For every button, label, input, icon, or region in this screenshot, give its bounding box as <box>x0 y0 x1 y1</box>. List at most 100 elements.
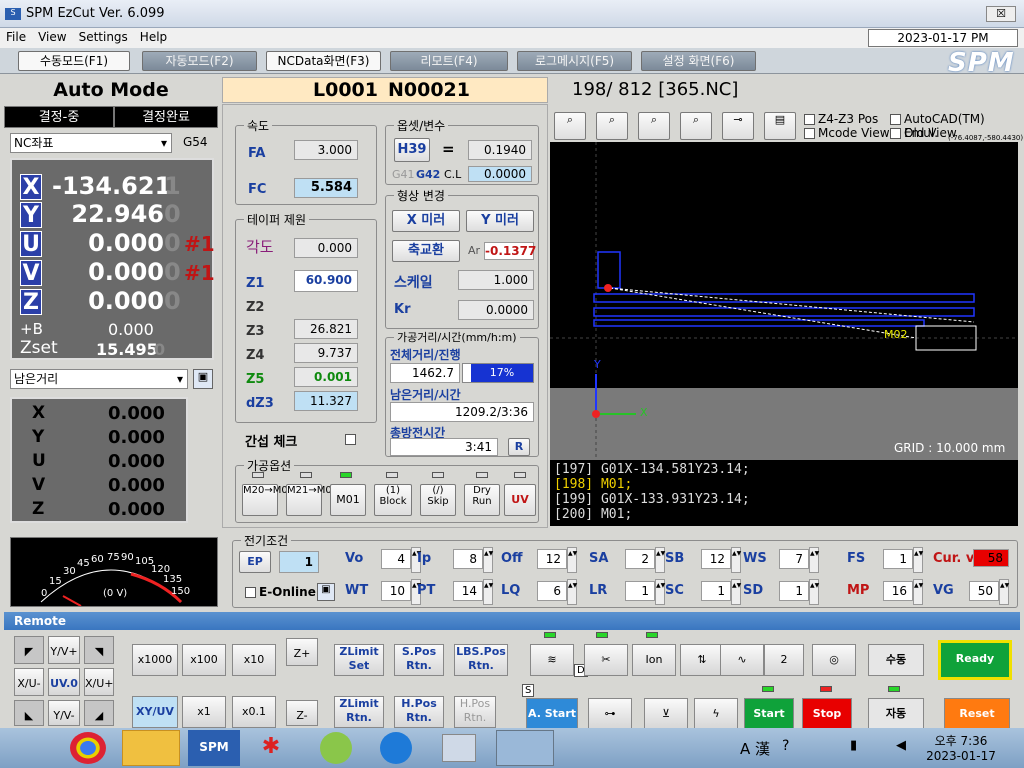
manual-mode-button[interactable]: 수동 <box>868 644 924 676</box>
ion-button[interactable]: Ion <box>632 644 676 676</box>
m20-button[interactable]: M20→M00 <box>242 484 294 516</box>
wire-cut-icon[interactable]: ✂ <box>584 644 628 676</box>
reset-time-button[interactable]: R <box>508 438 530 456</box>
g42-label[interactable]: G42 <box>416 168 440 181</box>
app-w-icon[interactable] <box>320 732 352 764</box>
param-lq-spinner[interactable]: ▲▼ <box>567 579 577 605</box>
help-icon[interactable]: ? <box>782 738 789 754</box>
hpos-button[interactable]: H.Pos Rtn. <box>394 696 444 728</box>
teamviewer-icon[interactable] <box>380 732 412 764</box>
param-lr-spinner[interactable]: ▲▼ <box>655 579 665 605</box>
network-icon[interactable]: ▮ <box>850 738 857 753</box>
status-tab-decided[interactable]: 결정완료 <box>114 106 218 128</box>
jog-dl-icon[interactable]: ◣ <box>14 700 44 726</box>
step-x01[interactable]: x0.1 <box>232 696 276 728</box>
zoom-t-icon[interactable]: ⌕ <box>554 112 586 140</box>
menu-settings[interactable]: Settings <box>73 28 134 46</box>
param-vo-value[interactable]: 4 <box>381 549 411 569</box>
jog-y-plus[interactable]: Y/V+ <box>48 636 80 664</box>
param-wt-value[interactable]: 10 <box>381 581 411 601</box>
zlimit-set-button[interactable]: ZLimit Set <box>334 644 384 676</box>
param-lq-value[interactable]: 6 <box>537 581 567 601</box>
ime-indicator[interactable]: A 漢 <box>740 738 770 759</box>
param-fs-spinner[interactable]: ▲▼ <box>913 547 923 573</box>
power-icon[interactable]: ϟ <box>694 698 738 730</box>
volume-icon[interactable]: ◀ <box>896 738 906 753</box>
xyuv-toggle[interactable]: XY/UV <box>132 696 178 728</box>
param-off-spinner[interactable]: ▲▼ <box>567 547 577 573</box>
ep-button[interactable]: EP <box>239 551 271 573</box>
spos-button[interactable]: S.Pos Rtn. <box>394 644 444 676</box>
jog-dr-icon[interactable]: ◢ <box>84 700 114 726</box>
menu-view[interactable]: View <box>32 28 72 46</box>
jog-center[interactable]: UV.0 <box>48 668 80 696</box>
step-x10[interactable]: x10 <box>232 644 276 676</box>
g41-label[interactable]: G41 <box>392 168 415 181</box>
param-sb-spinner[interactable]: ▲▼ <box>731 547 741 573</box>
tank-icon[interactable]: ≋ <box>530 644 574 676</box>
tab-log[interactable]: 로그메시지(F5) <box>517 51 632 71</box>
jog-ul-icon[interactable]: ◤ <box>14 636 44 664</box>
jog-ur-icon[interactable]: ◥ <box>84 636 114 664</box>
h-code-button[interactable]: H39 <box>394 138 430 162</box>
param-vg-value[interactable]: 50 <box>969 581 999 601</box>
wave-icon[interactable]: ∿ <box>720 644 764 676</box>
remain-select[interactable]: 남은거리 ▾ <box>10 369 188 389</box>
save-icon[interactable]: ▣ <box>193 369 213 389</box>
param-fs-value[interactable]: 1 <box>883 549 913 569</box>
autocad-checkbox[interactable] <box>890 114 901 125</box>
close-button[interactable]: ☒ <box>986 6 1016 22</box>
param-vg-spinner[interactable]: ▲▼ <box>999 579 1009 605</box>
zoom-100-icon[interactable]: ⌕ <box>596 112 628 140</box>
param-sb-value[interactable]: 12 <box>701 549 731 569</box>
param-sa-spinner[interactable]: ▲▼ <box>655 547 665 573</box>
block-button[interactable]: (1) Block <box>374 484 412 516</box>
flush-icon[interactable]: ⊻ <box>644 698 688 730</box>
toolpath-view[interactable]: M02 Y X GRID : 10.000 mm <box>550 142 1018 460</box>
ezcut-icon[interactable]: SPM <box>188 730 240 766</box>
spray-icon[interactable]: ◎ <box>812 644 856 676</box>
menu-file[interactable]: File <box>0 28 32 46</box>
zoom-b-icon[interactable]: ⌕ <box>638 112 670 140</box>
param-ip-spinner[interactable]: ▲▼ <box>483 547 493 573</box>
wire-feed-icon[interactable]: ⇅ <box>680 644 724 676</box>
uv-button[interactable]: UV <box>504 484 536 516</box>
param-ws-value[interactable]: 7 <box>779 549 809 569</box>
stop-button[interactable]: Stop <box>802 698 852 730</box>
status-tab-deciding[interactable]: 결정-중 <box>4 106 114 128</box>
m01-button[interactable]: M01 <box>330 484 366 516</box>
dry-run-button[interactable]: Dry Run <box>464 484 500 516</box>
remote-desktop-icon[interactable] <box>442 734 476 762</box>
lbspos-button[interactable]: LBS.Pos Rtn. <box>454 644 508 676</box>
reset-button[interactable]: Reset <box>944 698 1010 730</box>
param-pt-spinner[interactable]: ▲▼ <box>483 579 493 605</box>
param-mp-value[interactable]: 16 <box>883 581 913 601</box>
param-mp-spinner[interactable]: ▲▼ <box>913 579 923 605</box>
second-cut-button[interactable]: 2 <box>764 644 804 676</box>
auto-start-button[interactable]: A. Start <box>526 698 578 730</box>
eonline-checkbox[interactable] <box>245 587 256 598</box>
axis-swap-button[interactable]: 축교환 <box>392 240 460 262</box>
monitor-icon[interactable] <box>496 730 554 766</box>
param-ws-spinner[interactable]: ▲▼ <box>809 547 819 573</box>
explorer-icon[interactable] <box>122 730 180 766</box>
jog-y-minus[interactable]: Y/V- <box>48 700 80 726</box>
tab-ncdata[interactable]: NCData화면(F3) <box>266 51 381 71</box>
oldview-checkbox[interactable] <box>890 128 901 139</box>
list-view-icon[interactable]: ▤ <box>764 112 796 140</box>
x-mirror-button[interactable]: X 미러 <box>392 210 460 232</box>
param-off-value[interactable]: 12 <box>537 549 567 569</box>
zoom-v-icon[interactable]: ⌕ <box>680 112 712 140</box>
param-sd-value[interactable]: 1 <box>779 581 809 601</box>
param-sc-value[interactable]: 1 <box>701 581 731 601</box>
auto-mode-button[interactable]: 자동 <box>868 698 924 730</box>
menu-help[interactable]: Help <box>134 28 173 46</box>
coord-system-select[interactable]: NC좌표 ▾ <box>10 133 172 153</box>
tab-manual[interactable]: 수동모드(F1) <box>18 51 130 71</box>
threading-icon[interactable]: ⊶ <box>588 698 632 730</box>
save-icon[interactable]: ▣ <box>317 583 335 601</box>
param-ip-value[interactable]: 8 <box>453 549 483 569</box>
z-minus-button[interactable]: Z- <box>286 700 318 726</box>
param-sc-spinner[interactable]: ▲▼ <box>731 579 741 605</box>
hpos-disabled-button[interactable]: H.Pos Rtn. <box>454 696 496 728</box>
